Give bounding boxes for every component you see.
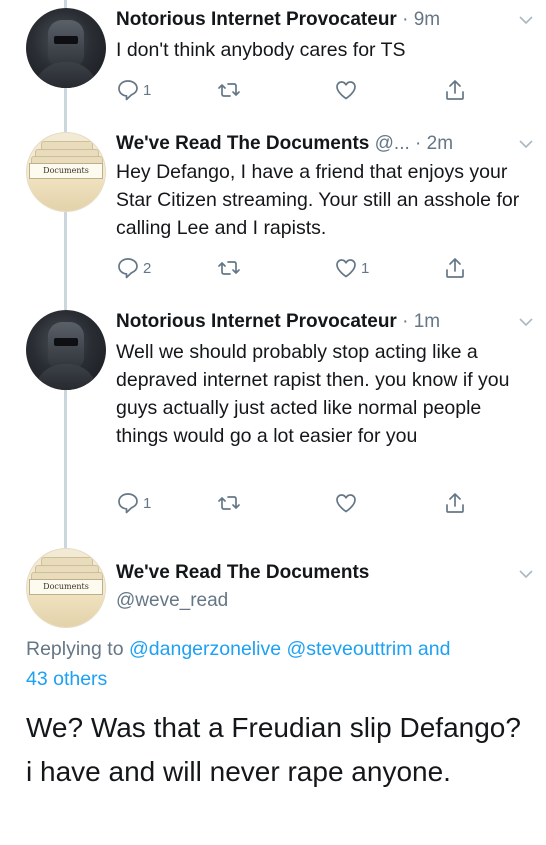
reply-count: 2 [143, 259, 152, 277]
main-tweet-text: We? Was that a Freudian slip Defango? i … [26, 712, 521, 787]
chevron-down-icon[interactable] [518, 138, 534, 150]
chevron-down-icon[interactable] [518, 568, 534, 580]
tweet-actions: 2 1 [116, 255, 476, 281]
chevron-down-icon[interactable] [518, 316, 534, 328]
tweet-actions: 1 [116, 490, 476, 516]
reply-icon [118, 493, 138, 514]
main-display-name: We've Read The Documents [116, 562, 369, 584]
reply-icon [118, 80, 138, 101]
timestamp[interactable]: · 1m [402, 311, 440, 332]
like-icon [336, 259, 356, 278]
avatar[interactable] [26, 310, 106, 390]
reply-button[interactable]: 1 [116, 490, 151, 516]
retweet-button[interactable] [217, 77, 244, 103]
retweet-icon [218, 83, 240, 97]
thread-line [64, 88, 67, 132]
display-name[interactable]: Notorious Internet Provocateur [116, 9, 397, 30]
share-icon [446, 258, 464, 278]
tweet-header: We've Read The Documents @... · 2m [116, 133, 453, 155]
reply-icon [118, 258, 138, 279]
like-button[interactable] [334, 490, 361, 516]
tweet-header: Notorious Internet Provocateur · 9m [116, 9, 440, 31]
retweet-button[interactable] [217, 490, 244, 516]
avatar-label: Documents [29, 579, 103, 595]
username[interactable]: @... [375, 133, 410, 154]
avatar[interactable] [26, 8, 106, 88]
reply-count: 1 [143, 494, 152, 512]
replying-to: Replying to @dangerzonelive @steveouttri… [26, 634, 526, 694]
thread-line [64, 388, 67, 548]
tweet-text: I don't think anybody cares for TS [116, 39, 406, 61]
avatar-label: Documents [29, 163, 103, 179]
reply-button[interactable]: 1 [116, 77, 151, 103]
like-count: 1 [361, 259, 370, 277]
share-icon [446, 80, 464, 100]
like-icon [336, 81, 356, 100]
avatar[interactable]: Documents [26, 548, 106, 628]
mention-link[interactable]: @steveouttrim [286, 638, 412, 660]
retweet-icon [218, 261, 240, 275]
share-button[interactable] [443, 490, 467, 516]
like-button[interactable]: 1 [334, 255, 369, 281]
thread-line [64, 210, 67, 310]
reply-count: 1 [143, 81, 152, 99]
share-button[interactable] [443, 77, 467, 103]
like-button[interactable] [334, 77, 361, 103]
others-link[interactable]: 43 others [26, 668, 107, 690]
mention-link[interactable]: @dangerzonelive [129, 638, 281, 660]
display-name[interactable]: We've Read The Documents [116, 133, 369, 154]
display-name[interactable]: We've Read The Documents [116, 562, 369, 583]
chevron-down-icon[interactable] [518, 14, 534, 26]
share-icon [446, 493, 464, 513]
username[interactable]: @weve_read [116, 590, 228, 612]
like-icon [336, 494, 356, 513]
replying-and[interactable]: and [418, 638, 451, 660]
tweet-text: Hey Defango, I have a friend that enjoys… [116, 161, 520, 239]
tweet-text: Well we should probably stop acting like… [116, 341, 510, 447]
reply-button[interactable]: 2 [116, 255, 151, 281]
share-button[interactable] [443, 255, 467, 281]
replying-prefix: Replying to [26, 638, 124, 660]
tweet-actions: 1 [116, 77, 476, 103]
timestamp[interactable]: · 9m [402, 9, 440, 30]
retweet-button[interactable] [217, 255, 244, 281]
retweet-icon [218, 496, 240, 510]
timestamp[interactable]: · 2m [415, 133, 453, 154]
avatar[interactable]: Documents [26, 132, 106, 212]
thread-line [64, 0, 67, 8]
tweet-header: Notorious Internet Provocateur · 1m [116, 311, 440, 333]
display-name[interactable]: Notorious Internet Provocateur [116, 311, 397, 332]
